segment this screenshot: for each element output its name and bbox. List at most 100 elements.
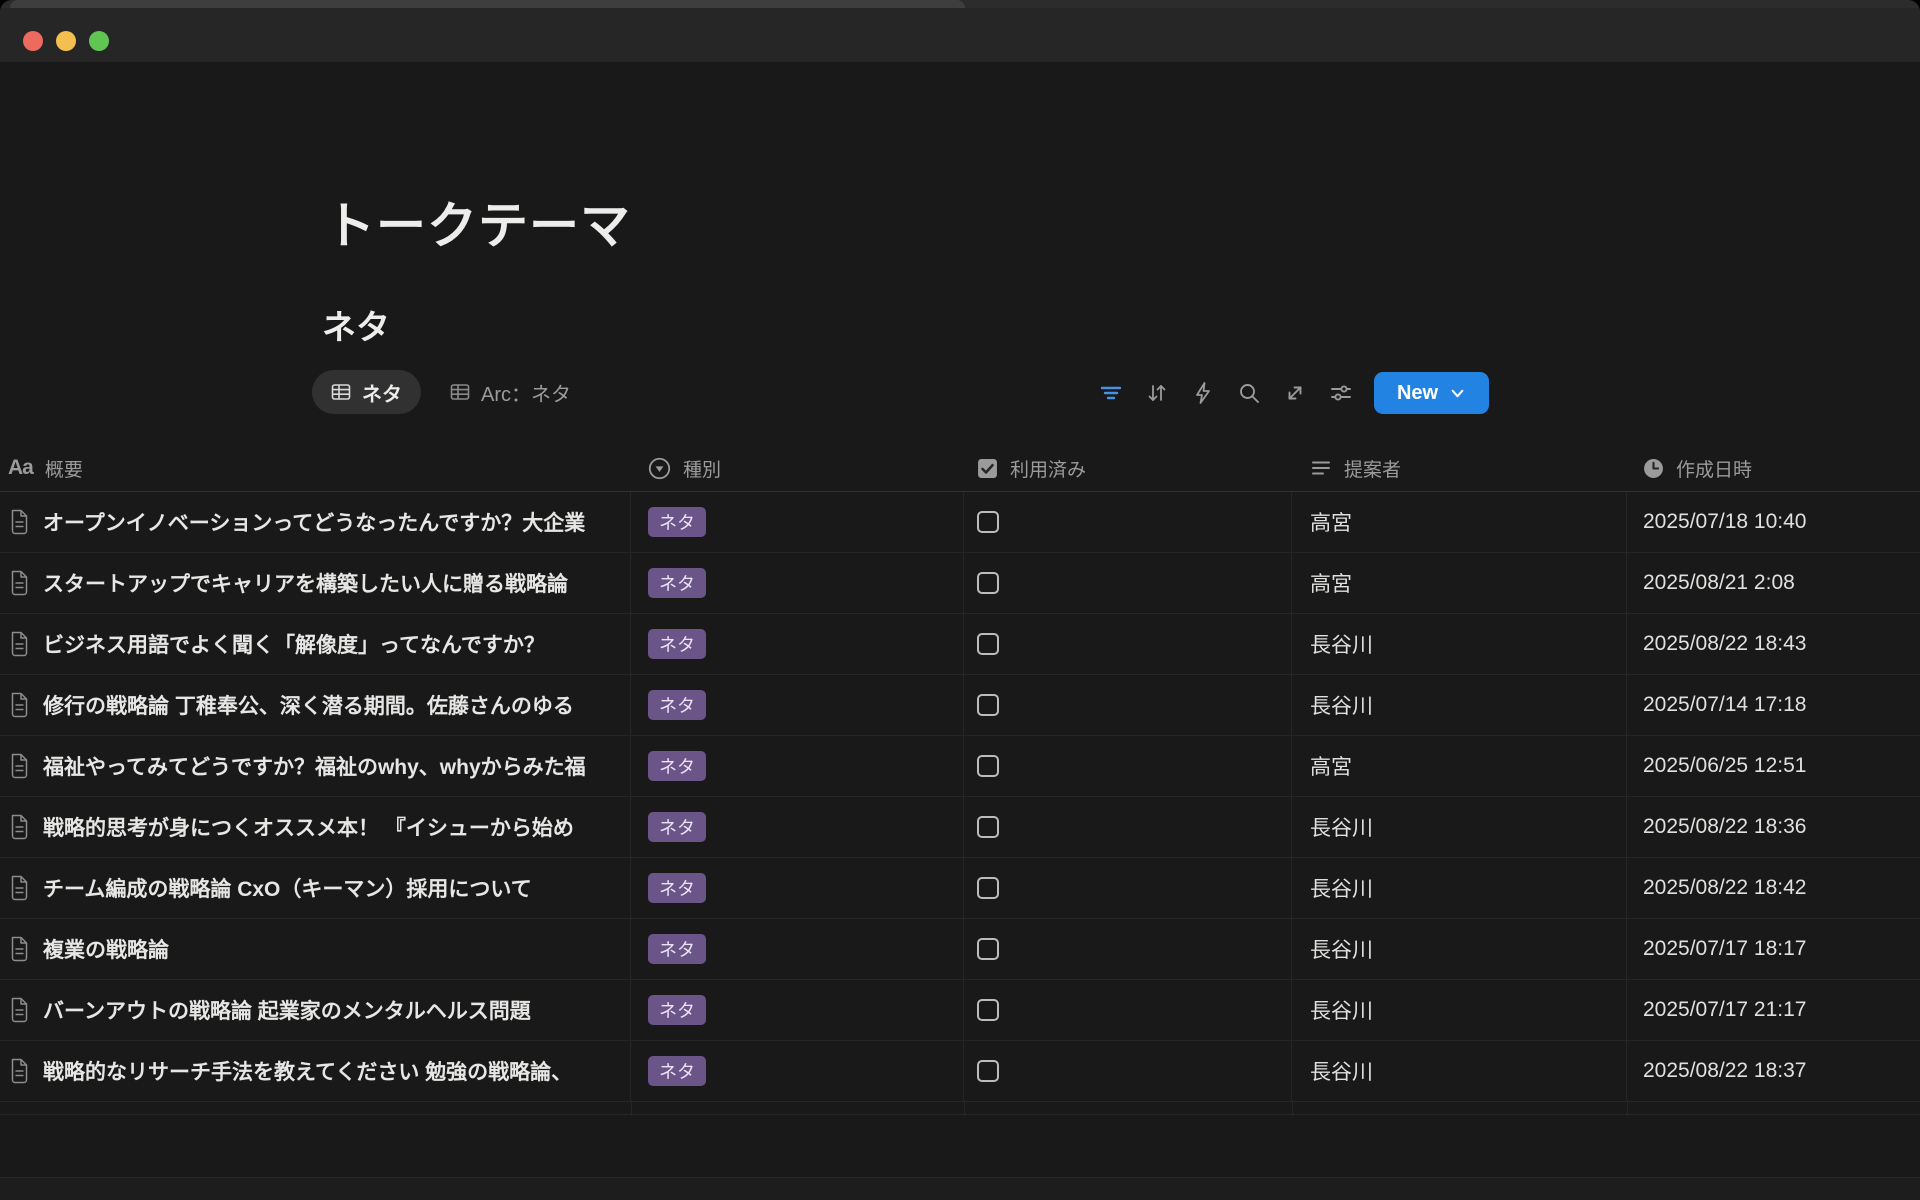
used-checkbox[interactable] xyxy=(977,694,999,716)
page-title[interactable]: トークテーマ xyxy=(325,186,631,258)
table-row[interactable]: 修行の戦略論 丁稚奉公、深く潜る期間。佐藤さんのゆる ネタ 長谷川 2025/0… xyxy=(0,675,1920,736)
type-cell[interactable]: ネタ xyxy=(631,919,964,979)
proposer-cell[interactable]: 高宮 xyxy=(1292,736,1627,796)
sort-button[interactable] xyxy=(1134,372,1180,414)
row-title: 複業の戦略論 xyxy=(43,934,169,964)
view-tab-neta[interactable]: ネタ xyxy=(312,370,421,414)
created-cell[interactable]: 2025/08/22 18:43 xyxy=(1627,614,1920,674)
page-icon xyxy=(8,631,30,657)
table-row[interactable]: 戦略的思考が身につくオススメ本！ 『イシューから始め ネタ 長谷川 2025/0… xyxy=(0,797,1920,858)
minimize-window-button[interactable] xyxy=(56,31,76,51)
view-settings-button[interactable] xyxy=(1318,372,1364,414)
summary-cell[interactable]: ビジネス用語でよく聞く「解像度」ってなんですか？ xyxy=(0,614,631,674)
type-cell[interactable]: ネタ xyxy=(631,553,964,613)
proposer-cell[interactable]: 長谷川 xyxy=(1292,797,1627,857)
type-cell[interactable]: ネタ xyxy=(631,797,964,857)
used-checkbox[interactable] xyxy=(977,572,999,594)
proposer-cell[interactable]: 高宮 xyxy=(1292,492,1627,552)
summary-cell[interactable]: バーンアウトの戦略論 起業家のメンタルヘルス問題 xyxy=(0,980,631,1040)
summary-cell[interactable]: 福祉やってみてどうですか？福祉のwhy、whyからみた福 xyxy=(0,736,631,796)
text-lines-icon xyxy=(1310,457,1332,479)
zoom-window-button[interactable] xyxy=(89,31,109,51)
column-header-type[interactable]: 種別 xyxy=(631,445,964,491)
used-cell xyxy=(964,553,1292,613)
created-text: 2025/07/17 18:17 xyxy=(1643,937,1807,961)
used-checkbox[interactable] xyxy=(977,877,999,899)
summary-cell[interactable]: スタートアップでキャリアを構築したい人に贈る戦略論 xyxy=(0,553,631,613)
column-header-proposer[interactable]: 提案者 xyxy=(1292,445,1627,491)
type-cell[interactable]: ネタ xyxy=(631,675,964,735)
used-checkbox[interactable] xyxy=(977,511,999,533)
summary-cell[interactable]: 戦略的思考が身につくオススメ本！ 『イシューから始め xyxy=(0,797,631,857)
database-title[interactable]: ネタ xyxy=(322,300,390,349)
used-checkbox[interactable] xyxy=(977,755,999,777)
view-tabs: ネタ Arc：ネタ xyxy=(312,370,590,414)
table-row[interactable]: 福祉やってみてどうですか？福祉のwhy、whyからみた福 ネタ 高宮 2025/… xyxy=(0,736,1920,797)
summary-cell[interactable]: チーム編成の戦略論 CxO（キーマン）採用について xyxy=(0,858,631,918)
created-cell[interactable]: 2025/06/25 12:51 xyxy=(1627,736,1920,796)
used-checkbox[interactable] xyxy=(977,1060,999,1082)
proposer-cell[interactable]: 長谷川 xyxy=(1292,614,1627,674)
new-button[interactable]: New xyxy=(1374,372,1489,414)
used-checkbox[interactable] xyxy=(977,816,999,838)
type-tag: ネタ xyxy=(648,934,706,964)
automations-button[interactable] xyxy=(1180,372,1226,414)
created-cell[interactable]: 2025/08/22 18:42 xyxy=(1627,858,1920,918)
table-row[interactable]: オープンイノベーションってどうなったんですか？大企業 ネタ 高宮 2025/07… xyxy=(0,492,1920,553)
type-tag: ネタ xyxy=(648,751,706,781)
table-row[interactable]: ビジネス用語でよく聞く「解像度」ってなんですか？ ネタ 長谷川 2025/08/… xyxy=(0,614,1920,675)
row-title: 戦略的思考が身につくオススメ本！ 『イシューから始め xyxy=(43,812,574,842)
type-cell[interactable]: ネタ xyxy=(631,1041,964,1101)
used-checkbox[interactable] xyxy=(977,633,999,655)
table-row[interactable]: 複業の戦略論 ネタ 長谷川 2025/07/17 18:17 xyxy=(0,919,1920,980)
used-checkbox[interactable] xyxy=(977,999,999,1021)
proposer-cell[interactable]: 長谷川 xyxy=(1292,919,1627,979)
row-title: ビジネス用語でよく聞く「解像度」ってなんですか？ xyxy=(43,629,545,659)
page-content: トークテーマ ネタ ネタ xyxy=(0,62,1920,1200)
column-header-summary[interactable]: Aa 概要 xyxy=(0,445,631,491)
filter-button[interactable] xyxy=(1088,372,1134,414)
sort-icon xyxy=(1145,381,1169,405)
proposer-cell[interactable]: 長谷川 xyxy=(1292,1041,1627,1101)
column-header-used[interactable]: 利用済み xyxy=(964,445,1292,491)
proposer-cell[interactable]: 長谷川 xyxy=(1292,858,1627,918)
type-cell[interactable]: ネタ xyxy=(631,736,964,796)
row-title: 戦略的なリサーチ手法を教えてください 勉強の戦略論、 xyxy=(43,1056,572,1086)
table-row[interactable]: スタートアップでキャリアを構築したい人に贈る戦略論 ネタ 高宮 2025/08/… xyxy=(0,553,1920,614)
expand-button[interactable] xyxy=(1272,372,1318,414)
summary-cell[interactable]: 戦略的なリサーチ手法を教えてください 勉強の戦略論、 xyxy=(0,1041,631,1101)
created-cell[interactable]: 2025/08/21 2:08 xyxy=(1627,553,1920,613)
created-cell[interactable]: 2025/07/14 17:18 xyxy=(1627,675,1920,735)
summary-cell[interactable]: 複業の戦略論 xyxy=(0,919,631,979)
table-row[interactable]: チーム編成の戦略論 CxO（キーマン）採用について ネタ 長谷川 2025/08… xyxy=(0,858,1920,919)
table-row[interactable]: バーンアウトの戦略論 起業家のメンタルヘルス問題 ネタ 長谷川 2025/07/… xyxy=(0,980,1920,1041)
table-row[interactable]: 戦略的なリサーチ手法を教えてください 勉強の戦略論、 ネタ 長谷川 2025/0… xyxy=(0,1041,1920,1102)
proposer-cell[interactable]: 長谷川 xyxy=(1292,980,1627,1040)
created-cell[interactable]: 2025/07/18 10:40 xyxy=(1627,492,1920,552)
proposer-cell[interactable]: 高宮 xyxy=(1292,553,1627,613)
proposer-cell[interactable]: 長谷川 xyxy=(1292,675,1627,735)
row-title: 福祉やってみてどうですか？福祉のwhy、whyからみた福 xyxy=(43,751,586,781)
expand-icon xyxy=(1283,381,1307,405)
type-tag: ネタ xyxy=(648,873,706,903)
created-cell[interactable]: 2025/07/17 18:17 xyxy=(1627,919,1920,979)
type-cell[interactable]: ネタ xyxy=(631,614,964,674)
created-cell[interactable]: 2025/08/22 18:36 xyxy=(1627,797,1920,857)
created-cell[interactable]: 2025/08/22 18:37 xyxy=(1627,1041,1920,1101)
type-cell[interactable]: ネタ xyxy=(631,858,964,918)
summary-cell[interactable]: 修行の戦略論 丁稚奉公、深く潜る期間。佐藤さんのゆる xyxy=(0,675,631,735)
type-cell[interactable]: ネタ xyxy=(631,980,964,1040)
used-checkbox[interactable] xyxy=(977,938,999,960)
summary-cell[interactable]: オープンイノベーションってどうなったんですか？大企業 xyxy=(0,492,631,552)
column-divider xyxy=(1627,1102,1628,1115)
column-header-created[interactable]: 作成日時 xyxy=(1627,445,1920,491)
view-tab-arc-neta[interactable]: Arc：ネタ xyxy=(431,370,590,414)
created-cell[interactable]: 2025/07/17 21:17 xyxy=(1627,980,1920,1040)
close-window-button[interactable] xyxy=(23,31,43,51)
search-button[interactable] xyxy=(1226,372,1272,414)
window-titlebar xyxy=(0,8,1920,62)
new-button-label: New xyxy=(1397,382,1438,405)
used-cell xyxy=(964,614,1292,674)
used-cell xyxy=(964,492,1292,552)
type-cell[interactable]: ネタ xyxy=(631,492,964,552)
